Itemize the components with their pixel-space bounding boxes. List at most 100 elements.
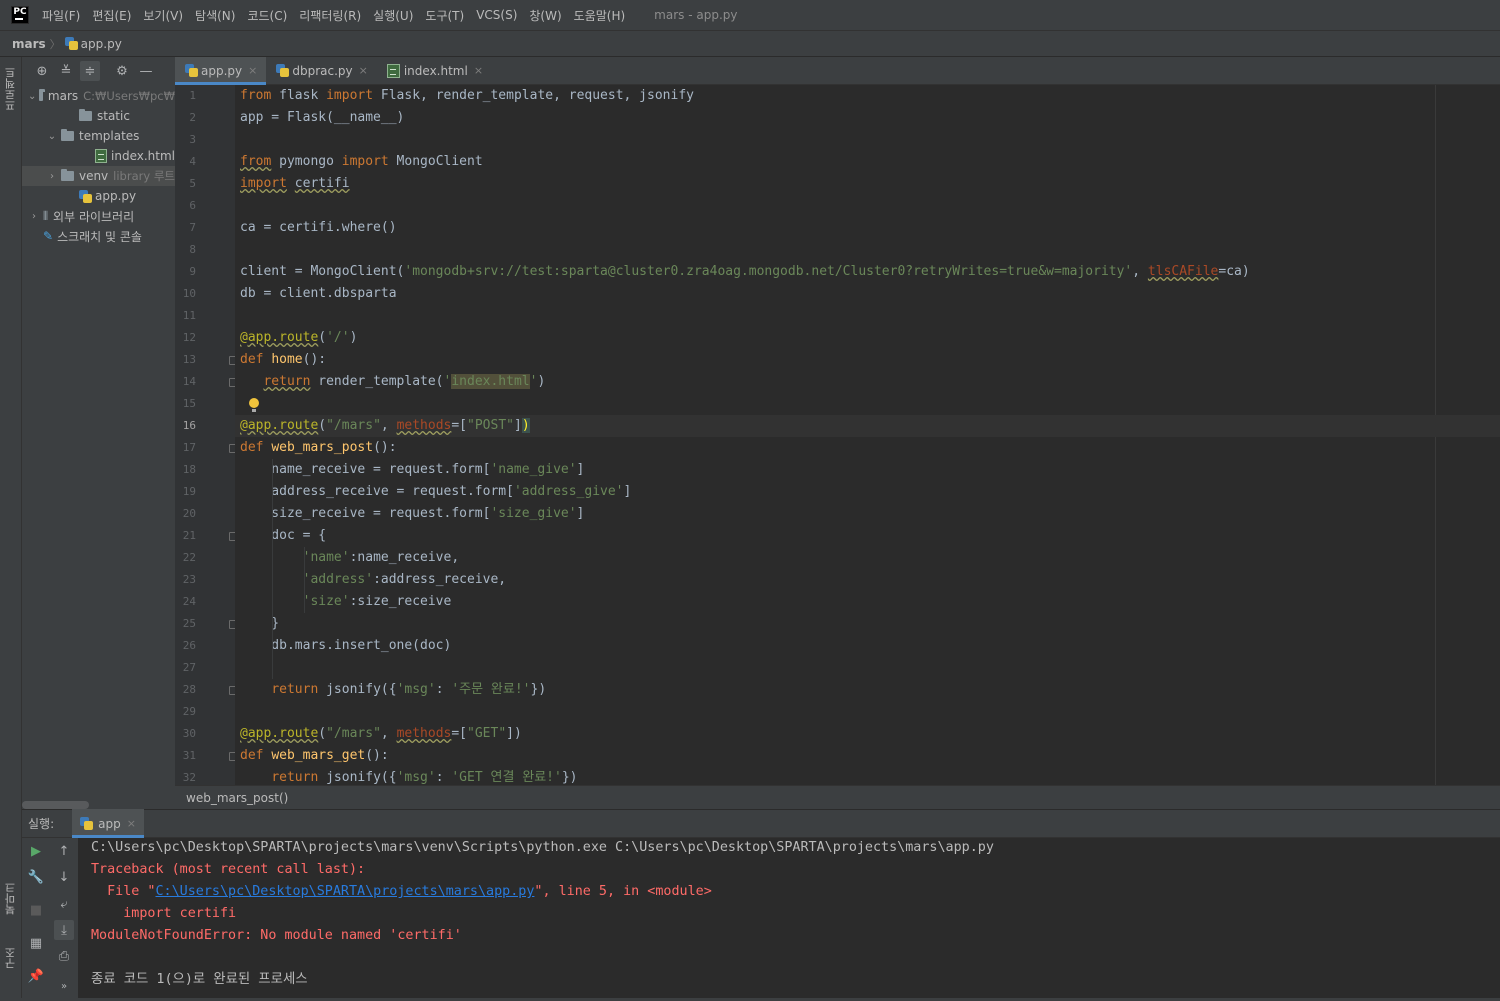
code-line[interactable]: 'address':address_receive, [235,569,1500,591]
code-line[interactable] [235,195,1500,217]
code-line[interactable]: app = Flask(__name__) [235,107,1500,129]
stop-icon[interactable]: ■ [26,900,46,920]
lightbulb-icon[interactable] [248,398,260,414]
code-line[interactable]: address_receive = request.form['address_… [235,481,1500,503]
tree-item-scratch[interactable]: ✎ 스크래치 및 콘솔 [22,226,175,246]
menu-vcs[interactable]: VCS(S) [475,8,518,22]
more-icon[interactable]: » [54,976,74,996]
menu-edit[interactable]: 편집(E) [91,7,132,24]
gear-icon[interactable]: ⚙ [112,61,132,81]
code-line[interactable]: def web_mars_post(): [235,437,1500,459]
menu-help[interactable]: 도움말(H) [573,7,627,24]
menu-file[interactable]: 파일(F) [41,7,81,24]
line-number[interactable]: 5 [175,173,196,195]
code-line[interactable]: name_receive = request.form['name_give'] [235,459,1500,481]
line-number[interactable]: 22 [175,547,196,569]
line-number[interactable]: 26 [175,635,196,657]
chevron-down-icon[interactable]: ⌄ [28,91,36,102]
line-number[interactable]: 2 [175,107,196,129]
line-number[interactable]: 17 [175,437,196,459]
close-icon[interactable]: × [359,64,368,77]
line-number[interactable]: 10 [175,283,196,305]
menu-navigate[interactable]: 탐색(N) [194,7,236,24]
expand-all-icon[interactable]: ≚ [56,61,76,81]
line-number[interactable]: 25 [175,613,196,635]
console-file-link[interactable]: C:\Users\pc\Desktop\SPARTA\projects\mars… [156,884,535,899]
code-line[interactable]: 'name':name_receive, [235,547,1500,569]
close-icon[interactable]: × [248,64,257,77]
tree-item-index-html[interactable]: index.html [22,146,175,166]
soft-wrap-icon[interactable]: ⤶ [54,894,74,914]
line-number[interactable]: 29 [175,701,196,723]
menu-run[interactable]: 실행(U) [372,7,414,24]
line-number[interactable]: 6 [175,195,196,217]
wrench-icon[interactable]: 🔧 [26,867,46,887]
code-line[interactable] [235,305,1500,327]
code-line[interactable]: @app.route('/') [235,327,1500,349]
line-number[interactable]: 14 [175,371,196,393]
tab-dbprac-py[interactable]: dbprac.py × [266,57,377,84]
tab-app-py[interactable]: app.py × [175,57,267,85]
menu-code[interactable]: 코드(C) [246,7,288,24]
locate-icon[interactable]: ⊕ [32,61,52,81]
chevron-right-icon[interactable]: › [28,211,40,222]
bookmarks-tool-tab[interactable]: 북마크 [3,882,19,915]
line-number[interactable]: 28 [175,679,196,701]
tab-index-html[interactable]: index.html × [377,57,492,84]
code-line[interactable] [235,393,1500,415]
print-icon[interactable]: ⎙ [54,946,74,966]
tree-item-templates[interactable]: ⌄ templates [22,126,175,146]
code-line[interactable]: return jsonify({'msg': 'GET 연결 완료!'}) [235,767,1500,785]
code-line[interactable]: from pymongo import MongoClient [235,151,1500,173]
line-number[interactable]: 24 [175,591,196,613]
tree-item-venv[interactable]: › venv library 루트 [22,166,175,186]
close-icon[interactable]: × [474,64,483,77]
editor-gutter[interactable]: 1 2 3 4 5 6 7 8 9 10 11 12 13 14 15 16 17 18 19 20 21 22 23 24 2… [175,85,238,785]
line-number[interactable]: 31 [175,745,196,767]
code-line[interactable]: db = client.dbsparta [235,283,1500,305]
pin-icon[interactable]: 📌 [26,966,46,986]
line-number[interactable]: 12 [175,327,196,349]
scroll-to-end-icon[interactable]: ⤓ [54,920,74,940]
code-line[interactable] [235,239,1500,261]
code-line[interactable]: return render_template('index.html') [235,371,1500,393]
line-number[interactable]: 9 [175,261,196,283]
project-tool-tab[interactable]: 프로젝트 [3,67,19,111]
code-line[interactable] [235,129,1500,151]
tree-item-app-py[interactable]: app.py [22,186,175,206]
nav-project[interactable]: mars [12,37,46,51]
run-console[interactable]: C:\Users\pc\Desktop\SPARTA\projects\mars… [78,838,1500,998]
code-line[interactable]: ca = certifi.where() [235,217,1500,239]
menu-tools[interactable]: 도구(T) [424,7,465,24]
line-number[interactable]: 30 [175,723,196,745]
structure-tool-tab[interactable]: 구조 [3,947,19,969]
chevron-right-icon[interactable]: › [46,171,58,182]
code-line[interactable]: import certifi [235,173,1500,195]
line-number[interactable]: 11 [175,305,196,327]
line-number[interactable]: 19 [175,481,196,503]
tree-item-libraries[interactable]: › ⫴ 외부 라이브러리 [22,206,175,226]
code-line[interactable]: size_receive = request.form['size_give'] [235,503,1500,525]
editor-breadcrumb[interactable]: web_mars_post() [175,785,1500,809]
menu-window[interactable]: 창(W) [528,7,562,24]
line-number[interactable]: 27 [175,657,196,679]
code-line[interactable]: client = MongoClient('mongodb+srv://test… [235,261,1500,283]
hide-icon[interactable]: — [136,61,156,81]
code-line[interactable]: def home(): [235,349,1500,371]
line-number[interactable]: 3 [175,129,196,151]
code-line[interactable]: db.mars.insert_one(doc) [235,635,1500,657]
line-number[interactable]: 18 [175,459,196,481]
layout-icon[interactable]: ▦ [26,933,46,953]
line-number[interactable]: 4 [175,151,196,173]
code-line[interactable]: @app.route("/mars", methods=["POST"]) [235,415,1500,437]
pycharm-logo-icon[interactable]: PC [11,6,29,24]
chevron-down-icon[interactable]: ⌄ [46,131,58,142]
tree-item-static[interactable]: static [22,106,175,126]
line-number[interactable]: 8 [175,239,196,261]
line-number[interactable]: 21 [175,525,196,547]
line-number[interactable]: 13 [175,349,196,371]
close-icon[interactable]: × [127,817,136,830]
code-editor[interactable]: from flask import Flask, render_template… [235,85,1500,785]
tree-item-mars[interactable]: ⌄ mars C:₩Users₩pc₩ [22,86,175,106]
menu-refactor[interactable]: 리팩터링(R) [298,7,362,24]
